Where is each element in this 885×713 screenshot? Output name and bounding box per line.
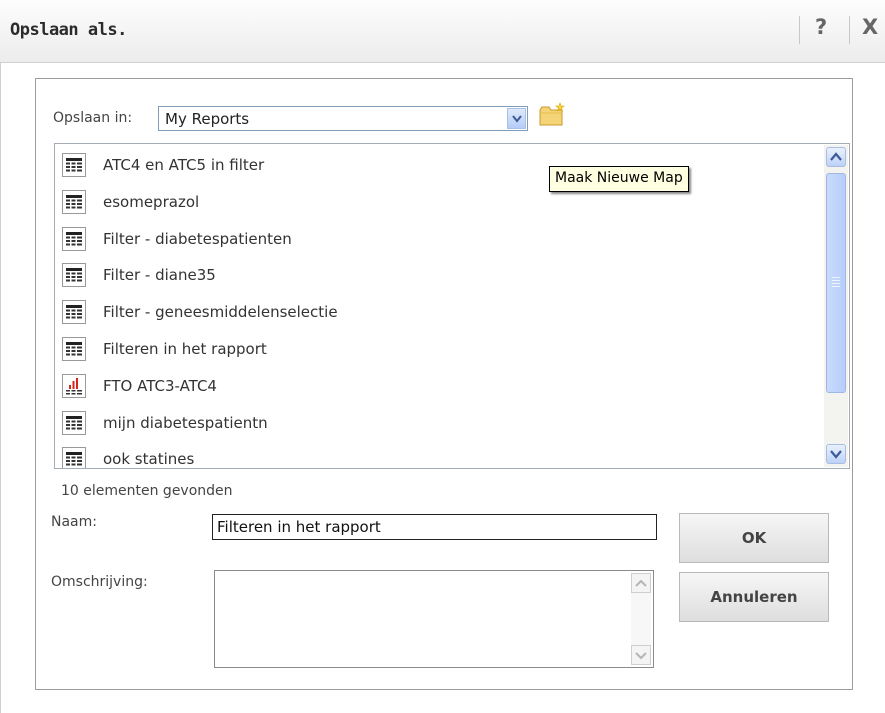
table-icon	[62, 189, 86, 214]
list-item-label: ATC4 en ATC5 in filter	[103, 156, 265, 174]
new-folder-icon	[539, 102, 565, 126]
list-item[interactable]: FTO ATC3-ATC4	[59, 370, 819, 404]
list-item[interactable]: esomeprazol	[59, 186, 819, 220]
new-folder-tooltip: Maak Nieuwe Map	[549, 166, 689, 192]
titlebar-divider	[849, 16, 850, 44]
new-folder-button[interactable]	[538, 102, 568, 128]
scroll-grip-icon	[832, 277, 840, 287]
scroll-down-button[interactable]	[826, 444, 846, 464]
scroll-up-button[interactable]	[826, 147, 846, 167]
dialog-title: Opslaan als.	[10, 20, 127, 40]
list-item[interactable]: mijn diabetespatientn	[59, 407, 819, 441]
titlebar-divider	[799, 16, 800, 44]
table-icon	[62, 447, 86, 468]
table-icon	[62, 337, 86, 361]
list-item-label: esomeprazol	[103, 192, 200, 211]
list-item-label: Filteren in het rapport	[103, 340, 267, 358]
dialog-titlebar: Opslaan als. ? X	[0, 0, 885, 63]
ok-button[interactable]: OK	[679, 513, 829, 563]
table-icon	[62, 226, 86, 251]
description-label: Omschrijving:	[51, 574, 148, 590]
help-button[interactable]: ?	[815, 15, 827, 39]
list-item-label: Filter - geneesmiddelenselectie	[103, 303, 338, 322]
chevron-up-icon	[635, 579, 647, 587]
list-item-label: mijn diabetespatientn	[103, 413, 268, 432]
list-item[interactable]: Filter - diabetespatienten	[59, 223, 819, 257]
cancel-button[interactable]: Annuleren	[679, 572, 829, 622]
table-icon	[62, 300, 86, 325]
name-input[interactable]: Filteren in het rapport	[212, 514, 657, 540]
chevron-down-icon	[635, 652, 647, 660]
dialog-border	[0, 62, 1, 713]
chart-icon	[62, 373, 86, 398]
chevron-down-icon[interactable]	[507, 108, 526, 129]
list-item[interactable]: ook statines	[59, 443, 819, 469]
table-icon	[62, 410, 86, 435]
save-in-select[interactable]: My Reports	[158, 106, 528, 131]
description-textarea[interactable]	[214, 570, 654, 668]
name-label: Naam:	[51, 514, 97, 530]
table-icon	[62, 153, 86, 177]
list-item[interactable]: Filter - diane35	[59, 259, 819, 293]
items-found-count: 10 elementen gevonden	[61, 483, 233, 499]
save-in-value: My Reports	[165, 110, 250, 128]
report-list[interactable]: ATC4 en ATC5 in filter esomeprazol Filter …	[54, 143, 850, 469]
chevron-down-icon	[830, 450, 842, 459]
list-item[interactable]: Filter - geneesmiddelenselectie	[59, 296, 819, 330]
table-icon	[62, 263, 86, 288]
save-in-label: Opslaan in:	[53, 110, 133, 126]
desc-scroll-down-button[interactable]	[631, 645, 651, 665]
desc-scroll-up-button[interactable]	[631, 573, 651, 593]
close-button[interactable]: X	[862, 15, 878, 39]
list-item-label: Filter - diane35	[103, 266, 216, 285]
chevron-up-icon	[830, 152, 842, 161]
list-item[interactable]: ATC4 en ATC5 in filter	[59, 149, 819, 183]
list-item-label: ook statines	[103, 450, 195, 469]
scroll-thumb[interactable]	[826, 173, 846, 393]
description-scrollbar[interactable]	[631, 573, 651, 665]
list-item-label: Filter - diabetespatienten	[103, 229, 292, 248]
list-scrollbar[interactable]	[824, 145, 848, 467]
list-item[interactable]: Filteren in het rapport	[59, 333, 819, 367]
list-item-label: FTO ATC3-ATC4	[103, 376, 217, 395]
